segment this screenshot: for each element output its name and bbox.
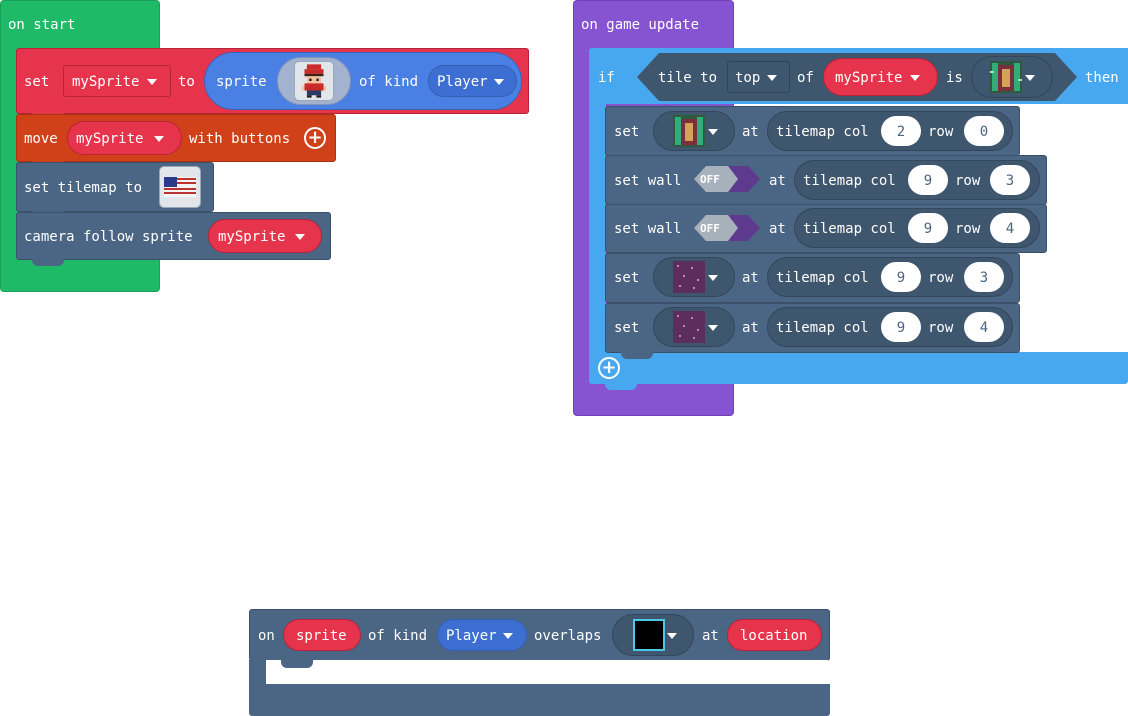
set-label: set: [614, 124, 640, 140]
empty-statement-slot[interactable]: [266, 660, 830, 684]
caret-down-icon: [708, 275, 718, 281]
sprite-variable-value: sprite: [296, 628, 347, 644]
on-game-update-label: on game update: [581, 17, 700, 33]
door-tile-icon: [990, 61, 1022, 93]
caret-down-icon: [503, 633, 513, 639]
if-label: if: [598, 70, 615, 86]
tilemap-col-label: tilemap col: [803, 173, 896, 189]
if-block-footer: [589, 352, 1128, 384]
caret-down-icon: [767, 75, 777, 81]
set-label: set: [614, 320, 640, 336]
set-label: set: [24, 74, 50, 90]
on-start-label: on start: [8, 17, 76, 33]
floor-tile-icon: [673, 311, 705, 343]
of-label: of: [797, 70, 814, 86]
tilemap-col-label: tilemap col: [776, 320, 869, 336]
row-number-value: 3: [1005, 173, 1015, 189]
row-number-value: 4: [979, 320, 989, 336]
of-kind-label: of kind: [359, 74, 419, 90]
empty-tile-icon: [633, 619, 665, 651]
camera-follow-label: camera follow sprite: [24, 229, 193, 245]
location-variable-value: location: [740, 628, 808, 644]
row-label: row: [955, 173, 981, 189]
col-number-value: 2: [896, 124, 906, 140]
set-wall-label: set wall: [614, 173, 682, 189]
tilemap-col-label: tilemap col: [803, 221, 896, 237]
block-notch: [621, 351, 653, 359]
caret-down-icon: [910, 75, 920, 81]
caret-down-icon: [708, 325, 718, 331]
variable-dropdown-value: mySprite: [72, 74, 140, 90]
caret-down-icon: [708, 129, 718, 135]
block-notch: [32, 258, 64, 266]
col-number-value: 9: [923, 221, 933, 237]
row-number-value: 4: [1005, 221, 1015, 237]
if-block-left-rail: [589, 104, 606, 354]
row-label: row: [928, 270, 954, 286]
at-label: at: [769, 221, 786, 237]
tilemap-col-label: tilemap col: [776, 270, 869, 286]
kind-dropdown-value: Player: [446, 628, 497, 644]
wall-toggle[interactable]: OFF: [694, 166, 760, 192]
then-label: then: [1085, 70, 1119, 86]
col-number-value: 9: [923, 173, 933, 189]
row-label: row: [928, 320, 954, 336]
caret-down-icon: [295, 234, 305, 240]
at-label: at: [742, 124, 759, 140]
to-label: to: [178, 74, 195, 90]
variable-dropdown-value: mySprite: [218, 229, 286, 245]
at-label: at: [742, 320, 759, 336]
on-label: on: [258, 628, 275, 644]
at-label: at: [702, 628, 719, 644]
block-notch: [605, 382, 637, 390]
floor-tile-icon: [673, 261, 705, 293]
row-label: row: [928, 124, 954, 140]
plus-circle-icon[interactable]: +: [598, 357, 620, 379]
col-number-value: 9: [896, 270, 906, 286]
player-sprite-icon: [302, 64, 326, 98]
row-label: row: [955, 221, 981, 237]
sprite-label: sprite: [216, 74, 267, 90]
player-sprite-thumbnail: [294, 61, 334, 101]
tile-to-label: tile to: [658, 70, 718, 86]
plus-circle-icon[interactable]: +: [304, 127, 326, 149]
wall-toggle[interactable]: OFF: [694, 215, 760, 241]
at-label: at: [742, 270, 759, 286]
set-label: set: [614, 270, 640, 286]
on-overlaps-footer: [249, 684, 830, 716]
overlaps-label: overlaps: [534, 628, 602, 644]
caret-down-icon: [667, 633, 677, 639]
row-number-value: 0: [979, 124, 989, 140]
caret-down-icon: [147, 79, 157, 85]
caret-down-icon: [154, 136, 164, 142]
set-tilemap-label: set tilemap to: [24, 180, 143, 196]
is-label: is: [946, 70, 963, 86]
kind-dropdown-value: Player: [437, 74, 488, 90]
with-buttons-label: with buttons: [189, 131, 291, 147]
tilemap-col-label: tilemap col: [776, 124, 869, 140]
at-label: at: [769, 173, 786, 189]
slot-notch-tab: [281, 660, 313, 668]
of-kind-label: of kind: [368, 628, 428, 644]
move-label: move: [24, 131, 58, 147]
tilemap-thumbnail[interactable]: [159, 166, 201, 208]
variable-dropdown-value: mySprite: [835, 70, 903, 86]
variable-dropdown-value: mySprite: [76, 131, 144, 147]
wall-toggle-state: OFF: [700, 173, 720, 186]
caret-down-icon: [494, 79, 504, 85]
row-number-value: 3: [979, 270, 989, 286]
col-number-value: 9: [896, 320, 906, 336]
door-tile-icon: [673, 115, 705, 147]
set-wall-label: set wall: [614, 221, 682, 237]
tilemap-preview-icon: [164, 177, 196, 197]
caret-down-icon: [1025, 75, 1035, 81]
direction-dropdown-value: top: [735, 70, 761, 86]
wall-toggle-state: OFF: [700, 222, 720, 235]
